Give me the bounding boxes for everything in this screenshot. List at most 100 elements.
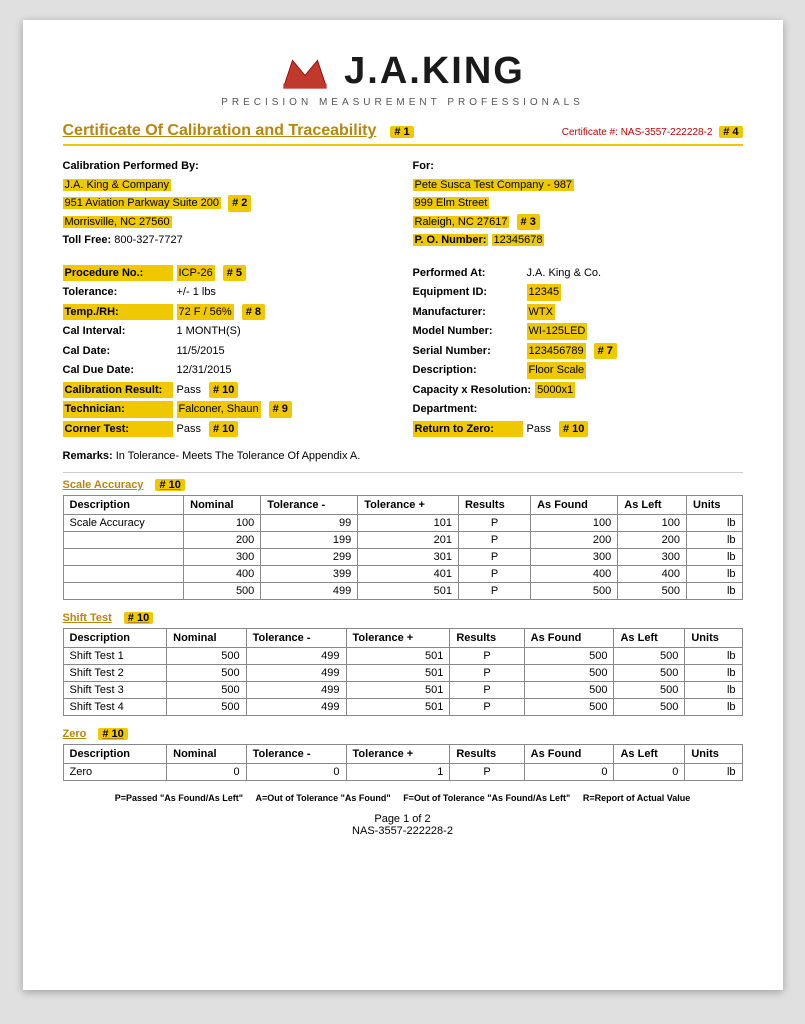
table-cell: lb <box>687 549 742 566</box>
table-cell: 500 <box>167 648 247 665</box>
cert-badge4: # 4 <box>719 126 742 138</box>
table-cell: 201 <box>358 532 459 549</box>
table-cell: 200 <box>531 532 618 549</box>
table-cell: 499 <box>246 665 346 682</box>
col-as-found: As Found <box>524 629 614 648</box>
table-cell: 500 <box>614 682 685 699</box>
left-address1: 951 Aviation Parkway Suite 200 # 2 <box>63 195 393 212</box>
table-cell: lb <box>687 515 742 532</box>
table-row: 400399401P400400lb <box>63 566 742 583</box>
table-cell: 500 <box>524 682 614 699</box>
scale-accuracy-heading: Scale Accuracy # 10 <box>63 479 743 491</box>
table-cell: 300 <box>184 549 261 566</box>
table-cell <box>63 566 184 583</box>
tolerance-row: Tolerance: +/- 1 lbs <box>63 284 393 301</box>
table-cell: 500 <box>167 682 247 699</box>
table-cell: 0 <box>614 764 685 781</box>
shift-test-header-row: Description Nominal Tolerance - Toleranc… <box>63 629 742 648</box>
serial-row: Serial Number: 123456789 # 7 <box>413 343 743 360</box>
table-cell: 401 <box>358 566 459 583</box>
cert-label: Certificate #: <box>562 127 618 138</box>
col-results: Results <box>458 496 530 515</box>
table-cell: P <box>458 549 530 566</box>
table-cell: P <box>458 566 530 583</box>
tagline: PRECISION MEASUREMENT PROFESSIONALS <box>63 97 743 108</box>
table-cell: Shift Test 3 <box>63 682 167 699</box>
table-cell: lb <box>685 682 742 699</box>
col-nominal: Nominal <box>184 496 261 515</box>
cert-title-row: Certificate Of Calibration and Traceabil… <box>63 122 743 146</box>
left-address2: Morrisville, NC 27560 <box>63 214 393 231</box>
model-row: Model Number: WI-125LED <box>413 323 743 340</box>
table-cell: lb <box>685 665 742 682</box>
col-units: Units <box>685 745 742 764</box>
toll-free-row: Toll Free: 800-327-7727 <box>63 232 393 249</box>
table-cell: P <box>458 583 530 600</box>
col-as-left: As Left <box>614 745 685 764</box>
left-company: J.A. King & Company <box>63 177 393 194</box>
shift-test-table: Description Nominal Tolerance - Toleranc… <box>63 628 743 716</box>
col-tol-minus: Tolerance - <box>246 629 346 648</box>
for-label: For: <box>413 158 743 175</box>
zero-heading: Zero # 10 <box>63 728 743 740</box>
table-cell: P <box>450 764 524 781</box>
table-cell: P <box>450 648 524 665</box>
table-cell: 500 <box>184 583 261 600</box>
table-cell: 500 <box>618 583 687 600</box>
zero-table: Description Nominal Tolerance - Toleranc… <box>63 744 743 781</box>
scale-accuracy-badge: # 10 <box>155 479 184 491</box>
table-cell: P <box>450 665 524 682</box>
col-as-found: As Found <box>524 745 614 764</box>
header: J.A.KING PRECISION MEASUREMENT PROFESSIO… <box>63 50 743 108</box>
crown-icon <box>280 52 330 92</box>
badge3: # 3 <box>517 214 540 231</box>
table-cell: lb <box>687 566 742 583</box>
table-row: Shift Test 3500499501P500500lb <box>63 682 742 699</box>
table-cell: 499 <box>261 583 358 600</box>
page-footer: Page 1 of 2 NAS-3557-222228-2 <box>63 813 743 837</box>
table-cell: 499 <box>246 648 346 665</box>
table-cell: 501 <box>346 648 450 665</box>
badge10c: # 10 <box>559 421 588 438</box>
table-cell: 200 <box>618 532 687 549</box>
table-cell: P <box>458 532 530 549</box>
table-cell: 0 <box>246 764 346 781</box>
capacity-row: Capacity x Resolution: 5000x1 <box>413 382 743 399</box>
table-cell: 1 <box>346 764 450 781</box>
right-info-col: For: Pete Susca Test Company - 987 999 E… <box>413 158 743 251</box>
table-cell: lb <box>687 583 742 600</box>
cal-result-row: Calibration Result: Pass # 10 <box>63 382 393 399</box>
table-row: 500499501P500500lb <box>63 583 742 600</box>
table-cell: lb <box>687 532 742 549</box>
table-cell <box>63 532 184 549</box>
col-tol-plus: Tolerance + <box>358 496 459 515</box>
return-zero-row: Return to Zero: Pass # 10 <box>413 421 743 438</box>
col-units: Units <box>687 496 742 515</box>
corner-test-row: Corner Test: Pass # 10 <box>63 421 393 438</box>
table-cell: P <box>450 682 524 699</box>
technician-row: Technician: Falconer, Shaun # 9 <box>63 401 393 418</box>
table-cell: 400 <box>618 566 687 583</box>
table-cell: 500 <box>614 648 685 665</box>
zero-header-row: Description Nominal Tolerance - Toleranc… <box>63 745 742 764</box>
table-cell: 500 <box>524 665 614 682</box>
badge5: # 5 <box>223 265 246 282</box>
table-cell: 301 <box>358 549 459 566</box>
table-row: Shift Test 1500499501P500500lb <box>63 648 742 665</box>
col-nominal: Nominal <box>167 629 247 648</box>
description-row: Description: Floor Scale <box>413 362 743 379</box>
table-cell: 99 <box>261 515 358 532</box>
table-cell: 499 <box>246 699 346 716</box>
cert-title-left: Certificate Of Calibration and Traceabil… <box>63 122 414 140</box>
table-cell: 299 <box>261 549 358 566</box>
details-section: Procedure No.: ICP-26 # 5 Tolerance: +/-… <box>63 265 743 441</box>
table-row: Shift Test 4500499501P500500lb <box>63 699 742 716</box>
table-cell: 0 <box>524 764 614 781</box>
table-cell: 101 <box>358 515 459 532</box>
col-description: Description <box>63 745 167 764</box>
table-cell: Scale Accuracy <box>63 515 184 532</box>
col-tol-minus: Tolerance - <box>261 496 358 515</box>
col-nominal: Nominal <box>167 745 247 764</box>
table-cell: 300 <box>531 549 618 566</box>
cert-number: NAS-3557-222228-2 <box>621 127 713 138</box>
